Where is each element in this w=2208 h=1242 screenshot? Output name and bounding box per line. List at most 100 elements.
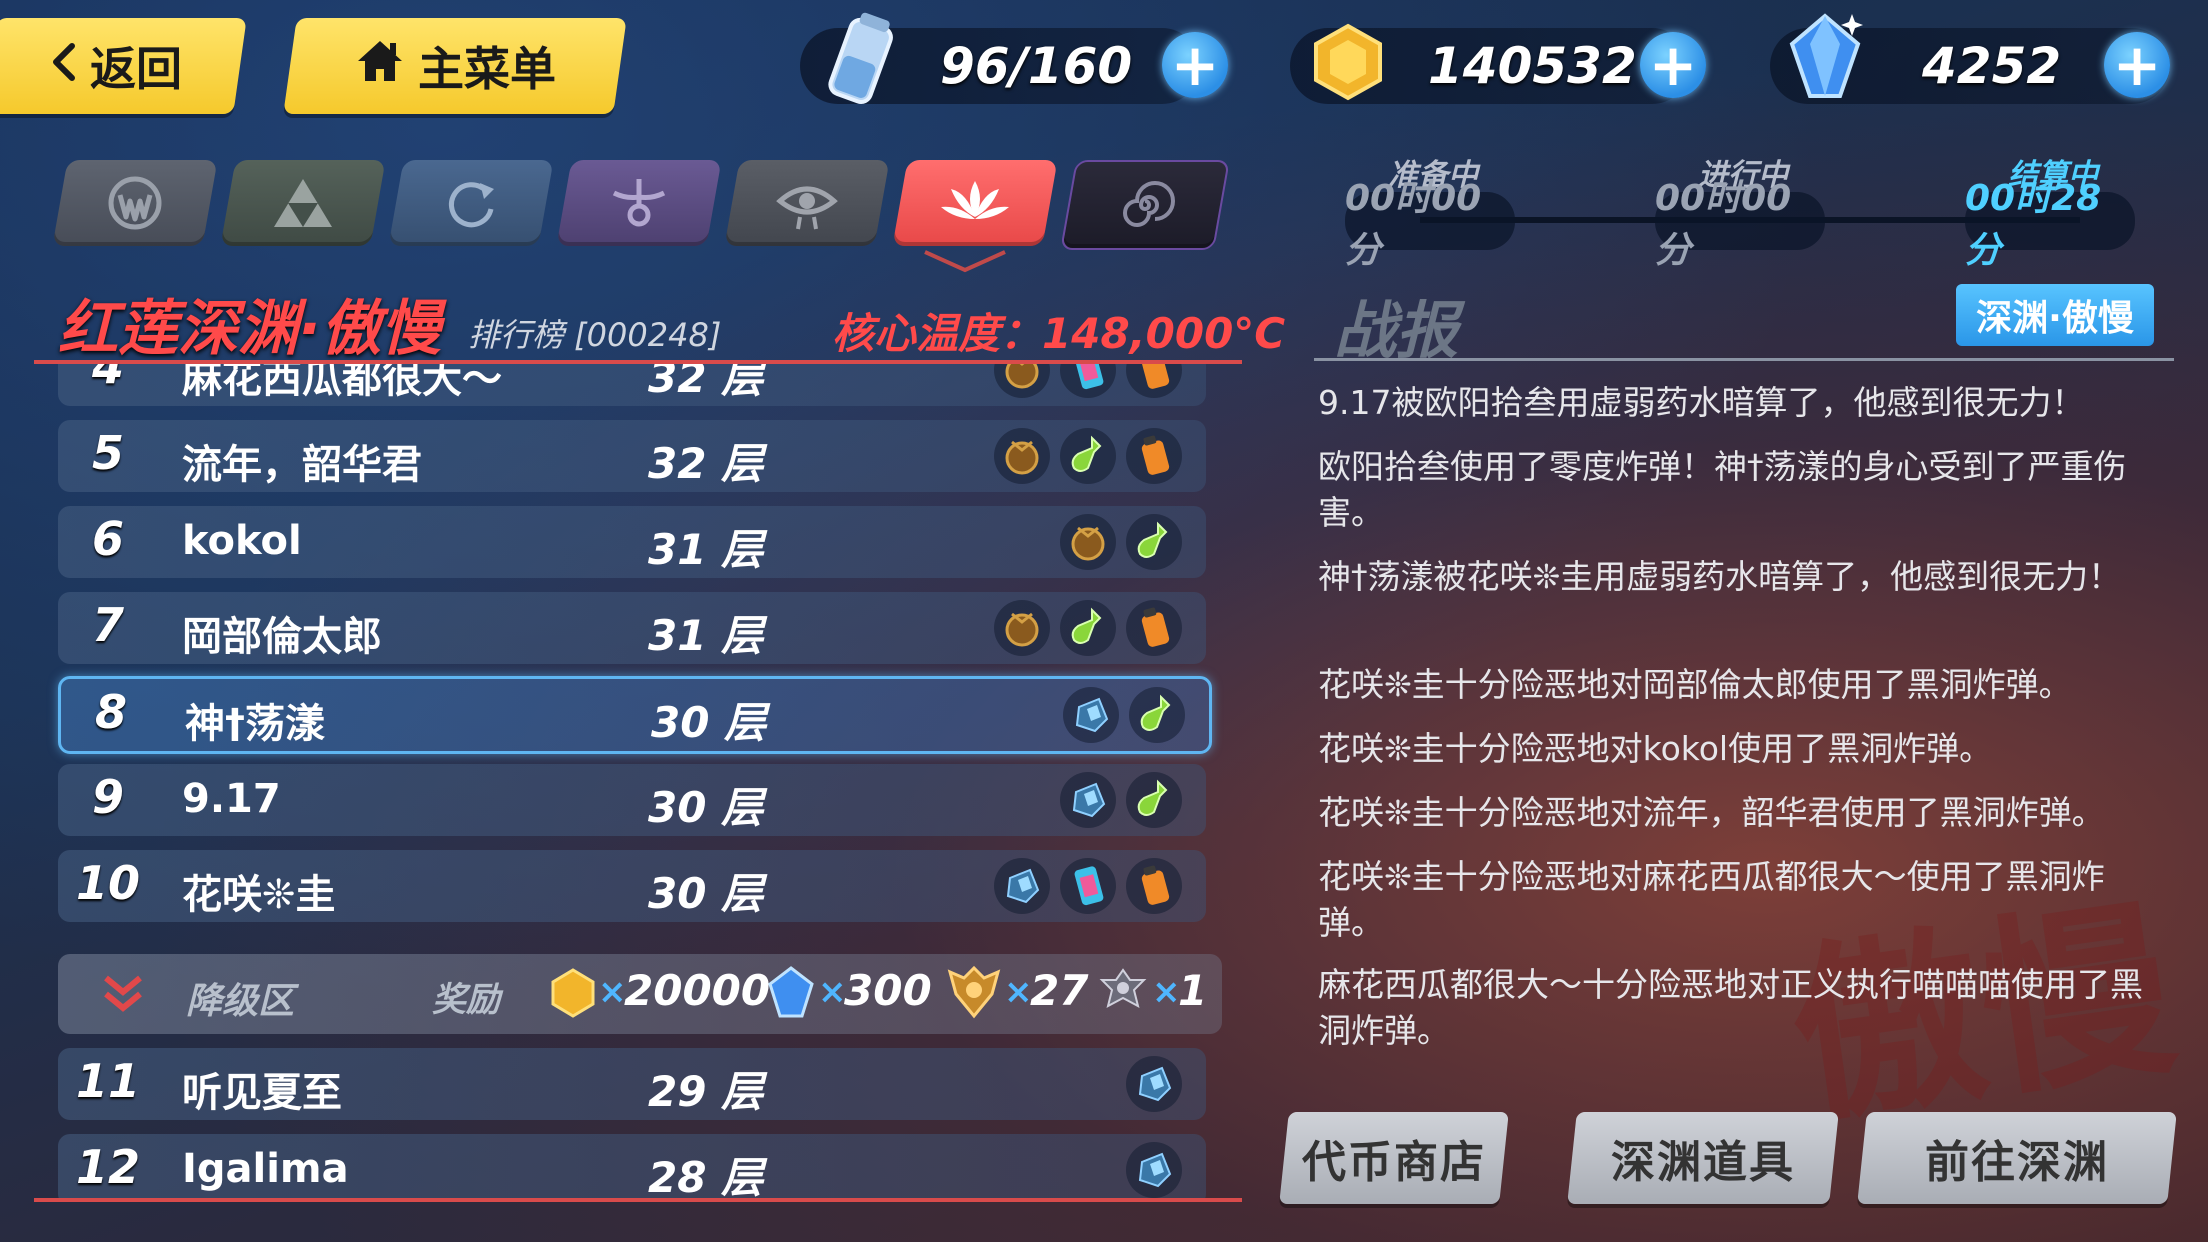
ranking-row[interactable]: 6 kokol 31 层 [58, 506, 1206, 578]
bottle-item-icon [1126, 858, 1182, 914]
rank-number: 7 [91, 598, 124, 652]
demotion-zone-bar: 降级区 奖励 × 20000 × 300 × 27 × 1 [58, 954, 1222, 1034]
active-tab-indicator [905, 250, 1025, 274]
potion-item-icon [1060, 428, 1116, 484]
player-name: 流年，韶华君 [182, 442, 422, 488]
report-title: 战报 [1334, 294, 1459, 367]
multiply-sign: × [1152, 972, 1181, 1012]
report-line: 神†荡漾被花咲❊圭用虚弱药水暗算了，他感到很无力！ [1318, 557, 2122, 596]
enter-abyss-button[interactable]: 前往深渊 [1857, 1112, 2177, 1204]
ranking-row[interactable]: 9 9.17 30 层 [58, 764, 1206, 836]
tab-spiral[interactable] [1060, 160, 1230, 250]
coin-icon [1310, 22, 1386, 106]
reward-label: 奖励 [432, 980, 500, 1020]
tab-ankh[interactable] [556, 160, 722, 246]
potion-item-icon [1129, 687, 1185, 743]
rank-number: 12 [75, 1140, 140, 1194]
back-button[interactable]: 返回 [0, 18, 247, 114]
floor-count: 32 层 [648, 364, 764, 402]
player-name: 神†荡漾 [185, 701, 325, 747]
ranking-list[interactable]: 4 麻花西瓜都很大～ 32 层 5 流年，韶华君 32 层 6 kokol 31… [0, 364, 1240, 1200]
ice-bomb-item-icon [1126, 1142, 1182, 1198]
player-name: 听见夏至 [182, 1070, 342, 1116]
stage-prep-time: 00时00分 [1345, 178, 1515, 271]
tab-eye[interactable] [724, 160, 890, 246]
ranking-row[interactable]: 7 岡部倫太郎 31 层 [58, 592, 1206, 664]
floor-count: 31 层 [648, 611, 764, 660]
stamina-display: 96/160 [800, 12, 1200, 104]
token-shop-label: 代币商店 [1302, 1137, 1486, 1188]
ranking-row[interactable]: 4 麻花西瓜都很大～ 32 层 [58, 364, 1206, 406]
add-crystal-button[interactable]: + [2104, 32, 2170, 98]
trophy-item-icon [1060, 514, 1116, 570]
abyss-items-button[interactable]: 深渊道具 [1567, 1112, 1839, 1204]
ankh-icon [612, 179, 666, 227]
report-tag-button[interactable]: 深渊·傲慢 [1956, 284, 2154, 346]
rank-number: 6 [91, 512, 124, 566]
floor-count: 30 层 [648, 783, 764, 832]
emblem-reward-value: 1 [1178, 966, 1208, 1015]
rank-number: 8 [94, 685, 127, 739]
fang-icon [108, 176, 162, 230]
home-icon [354, 37, 406, 96]
crystal-icon [1780, 8, 1870, 108]
add-stamina-button[interactable]: + [1162, 32, 1228, 98]
player-name: 岡部倫太郎 [182, 614, 382, 660]
coin-icon [550, 968, 596, 1022]
player-name: kokol [182, 518, 302, 564]
rank-number: 4 [91, 364, 124, 394]
report-tag-label: 深渊·傲慢 [1976, 298, 2134, 339]
coin-display: 140532 [1290, 23, 1690, 104]
ranking-row[interactable]: 11 听见夏至 29 层 [58, 1048, 1206, 1120]
ranking-board-label: 排行榜 [000248] [468, 316, 722, 354]
report-line: 花咲❊圭十分险恶地对kokol使用了黑洞炸弹。 [1318, 729, 1993, 768]
rank-number: 11 [75, 1054, 140, 1108]
floor-count: 30 层 [651, 698, 767, 747]
triforce-icon [274, 179, 332, 227]
main-menu-button[interactable]: 主菜单 [283, 18, 627, 114]
core-temperature: 核心温度：148,000°C [832, 309, 1286, 358]
ranking-row-self[interactable]: 8 神†荡漾 30 层 [58, 676, 1212, 754]
ice-bomb-item-icon [1060, 772, 1116, 828]
back-label: 返回 [90, 42, 182, 96]
eye-icon [776, 186, 838, 230]
bottle-item-icon [1126, 428, 1182, 484]
player-name: 9.17 [182, 776, 281, 822]
ranking-row[interactable]: 10 花咲❊圭 30 层 [58, 850, 1206, 922]
tab-lotus[interactable] [892, 160, 1058, 246]
player-name: 麻花西瓜都很大～ [182, 364, 502, 402]
multiply-sign: × [598, 972, 627, 1012]
trophy-item-icon [994, 600, 1050, 656]
rank-number: 9 [91, 770, 124, 824]
cycle-icon [448, 182, 494, 228]
bottle-item-icon [1126, 364, 1182, 398]
abyss-items-label: 深渊道具 [1611, 1137, 1795, 1188]
potion-item-icon [1126, 772, 1182, 828]
report-line: 花咲❊圭十分险恶地对麻花西瓜都很大～使用了黑洞炸弹。 [1318, 857, 2105, 942]
phone-item-icon [1060, 858, 1116, 914]
tab-triforce[interactable] [220, 160, 386, 246]
badge-reward-value: 27 [1030, 966, 1089, 1015]
floor-count: 28 层 [648, 1153, 764, 1200]
coin-value: 140532 [1428, 37, 1637, 95]
tab-fang[interactable] [52, 160, 218, 246]
bottle-item-icon [1126, 600, 1182, 656]
potion-item-icon [1126, 514, 1182, 570]
coin-reward-value: 20000 [624, 966, 771, 1015]
report-divider [1314, 358, 2174, 361]
tab-cycle[interactable] [388, 160, 554, 246]
floor-count: 31 层 [648, 525, 764, 574]
ranking-title: 红莲深渊·傲慢 [58, 294, 441, 364]
add-coin-button[interactable]: + [1640, 32, 1706, 98]
report-line: 欧阳拾叁使用了零度炸弹！神†荡漾的身心受到了严重伤害。 [1318, 447, 2127, 532]
report-line: 9.17被欧阳拾叁用虚弱药水暗算了，他感到很无力！ [1318, 383, 2085, 422]
token-shop-button[interactable]: 代币商店 [1279, 1112, 1509, 1204]
stamina-icon [826, 10, 896, 114]
phone-item-icon [1060, 364, 1116, 398]
ranking-row[interactable]: 12 Igalima 28 层 [58, 1134, 1206, 1200]
ranking-row[interactable]: 5 流年，韶华君 32 层 [58, 420, 1206, 492]
emblem-icon [1098, 966, 1148, 1022]
trophy-item-icon [994, 428, 1050, 484]
badge-icon [946, 964, 1002, 1024]
rank-number: 5 [91, 426, 124, 480]
